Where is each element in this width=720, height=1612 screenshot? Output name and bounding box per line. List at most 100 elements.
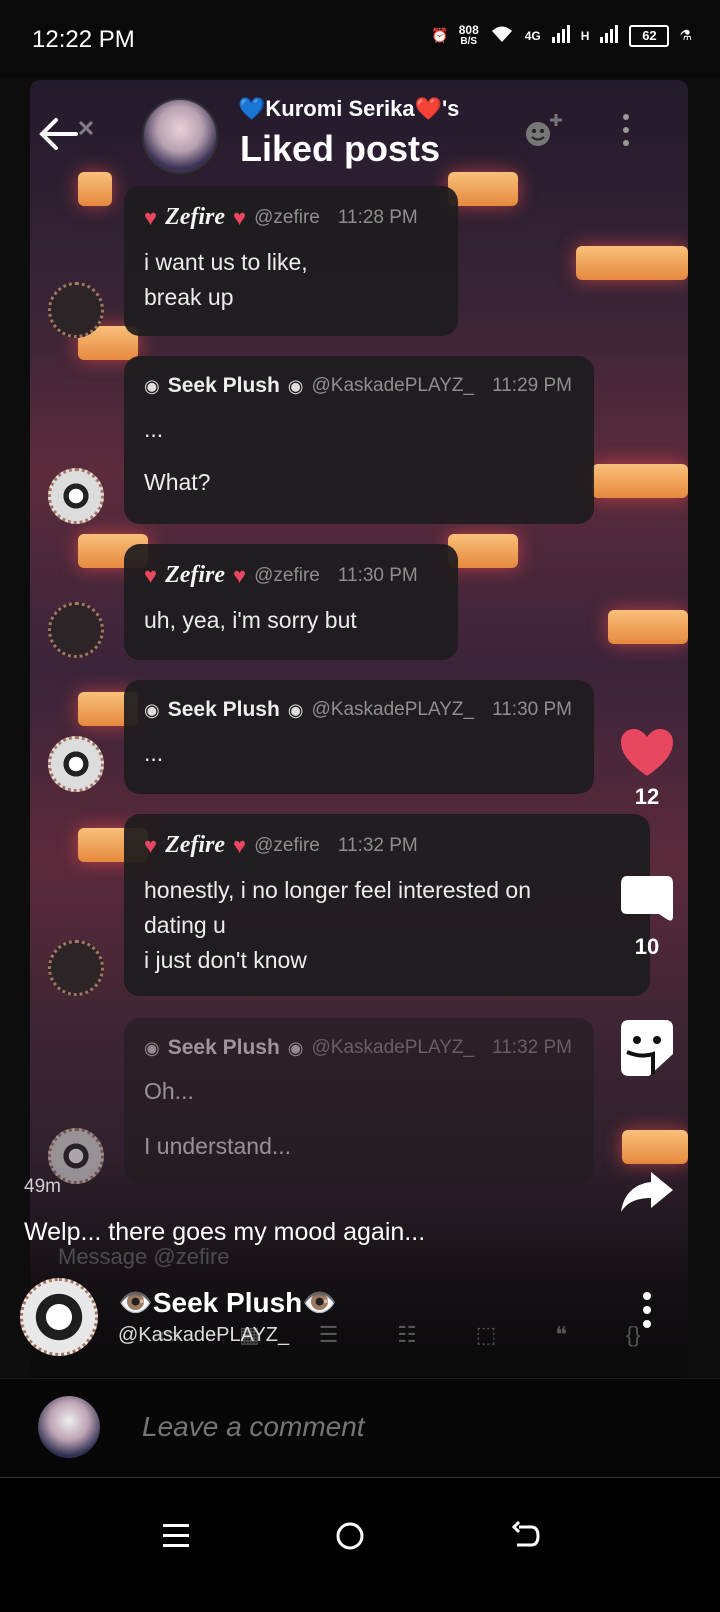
message-time: 11:32 PM [337, 834, 418, 856]
neon-bar [622, 1130, 688, 1164]
message-handle: @zefire [254, 564, 320, 586]
eye-icon: ◉ [144, 375, 160, 396]
chat-message: ♥ Zefire ♥ @zefire 11:32 PM honestly, i no l… [124, 814, 650, 996]
message-line: What? [144, 469, 211, 495]
nav-back-icon [511, 1521, 540, 1547]
signal-icon [551, 24, 571, 47]
heart-icon: ♥ [144, 204, 158, 230]
like-button[interactable]: 12 [612, 728, 682, 810]
net-speed: 808 B/S [458, 22, 479, 47]
message-line: I understand... [144, 1133, 292, 1159]
message-author: Zefire [165, 832, 226, 858]
status-icons: ⏰ 808 B/S 4G H 62 ⚗ [431, 24, 692, 47]
eye-icon: ◉ [287, 1037, 304, 1058]
signal-icon-2 [599, 24, 619, 47]
message-time: 11:29 PM [492, 375, 572, 396]
zefire-avatar [48, 602, 104, 658]
message-time: 11:30 PM [492, 699, 572, 720]
home-button[interactable] [320, 1506, 380, 1566]
alarm-icon: ⏰ [431, 27, 449, 43]
heart-icon: ♥ [144, 832, 158, 858]
neon-bar [78, 172, 112, 206]
more-vertical-icon [643, 1292, 651, 1328]
message-handle: @KaskadePLAYZ_ [311, 1037, 475, 1058]
message-line: ... [144, 416, 164, 442]
more-vertical-icon [623, 114, 629, 146]
poster-name[interactable]: 👁️Seek Plush👁️ [118, 1286, 337, 1319]
message-author: Seek Plush [167, 1036, 280, 1059]
eye-icon: ◉ [287, 699, 304, 720]
chat-message: ◉ Seek Plush ◉ @KaskadePLAYZ_ 11:30 PM ... [124, 680, 594, 794]
status-bar: 12:22 PM ⏰ 808 B/S 4G H 62 ⚗ [0, 0, 720, 78]
status-time: 12:22 PM [32, 26, 135, 53]
eye-icon: ◉ [144, 1037, 160, 1058]
message-line: dating u [144, 912, 226, 938]
comment-input[interactable] [140, 1410, 644, 1444]
zefire-avatar [48, 282, 104, 338]
chat-message: ♥ Zefire ♥ @zefire 11:28 PM i want us to lik… [124, 186, 458, 336]
like-count: 12 [634, 784, 660, 809]
page-title: Liked posts [240, 128, 441, 169]
seek-avatar [48, 468, 104, 524]
numbered-list-icon: ☷ [397, 1322, 417, 1347]
message-time: 11:30 PM [337, 564, 418, 586]
share-arrow-icon [621, 1172, 673, 1212]
message-author: Zefire [165, 562, 226, 588]
user-avatar [38, 1396, 100, 1458]
system-nav-bar [0, 1478, 720, 1612]
message-author: Zefire [165, 204, 226, 230]
neon-bar [592, 464, 688, 498]
neon-bar [448, 534, 518, 568]
quote-icon: ❝ [555, 1322, 568, 1347]
post-more-button[interactable] [640, 1290, 654, 1330]
message-line: i want us to like, [144, 249, 308, 275]
heart-icon: ♥ [233, 562, 247, 588]
message-handle: @zefire [254, 206, 320, 228]
post-caption: Welp... there goes my mood again... [24, 1218, 426, 1246]
nav-back-button[interactable] [496, 1506, 556, 1566]
message-handle: @zefire [254, 834, 320, 856]
message-line: ... [144, 740, 164, 766]
flask-icon: ⚗ [679, 27, 692, 43]
sticker-button[interactable] [612, 1018, 682, 1084]
message-line: break up [144, 284, 234, 310]
battery-icon: 62 [629, 24, 670, 47]
zefire-avatar [48, 940, 104, 996]
message-author: Seek Plush [167, 698, 280, 721]
message-line: Oh... [144, 1078, 194, 1104]
chat-message: ♥ Zefire ♥ @zefire 11:30 PM uh, yea, i'm sor… [124, 544, 458, 660]
post-age: 49m [24, 1176, 61, 1197]
code-icon: {} [625, 1322, 641, 1347]
message-handle: @KaskadePLAYZ_ [311, 699, 475, 720]
comment-bubble-icon [621, 876, 673, 921]
poster-avatar[interactable] [20, 1278, 98, 1356]
sticker-icon [621, 1020, 673, 1076]
message-line: honestly, i no longer feel interested on [144, 877, 531, 903]
comment-button[interactable]: 10 [612, 872, 682, 960]
chat-message: ◉ Seek Plush ◉ @KaskadePLAYZ_ 11:29 PM ... Wh… [124, 356, 594, 524]
message-time: 11:32 PM [492, 1037, 572, 1058]
poster-handle[interactable]: @KaskadePLAYZ_ [118, 1324, 289, 1347]
message-time: 11:28 PM [337, 206, 418, 228]
message-author: Seek Plush [167, 374, 280, 397]
back-arrow-icon [39, 118, 94, 150]
crop-icon: ⬚ [475, 1322, 497, 1347]
net-speed-value: 808 [458, 22, 479, 37]
comment-count: 10 [634, 934, 660, 959]
heart-icon: ♥ [144, 562, 158, 588]
recent-apps-button[interactable] [146, 1506, 206, 1566]
more-options-button[interactable] [616, 110, 636, 150]
add-emoji-icon [526, 114, 562, 146]
profile-avatar[interactable] [142, 98, 218, 174]
add-emoji-button[interactable] [522, 110, 566, 150]
heart-icon: ♥ [233, 832, 247, 858]
message-handle: @KaskadePLAYZ_ [311, 375, 475, 396]
menu-icon [163, 1524, 189, 1547]
back-button[interactable] [36, 112, 96, 156]
share-button[interactable] [612, 1170, 682, 1220]
eye-icon: ◉ [287, 375, 304, 396]
neon-bar [448, 172, 518, 206]
bulleted-list-icon: ☰ [318, 1322, 339, 1347]
message-placeholder: Message @zefire [58, 1244, 230, 1269]
wifi-icon [489, 24, 515, 47]
